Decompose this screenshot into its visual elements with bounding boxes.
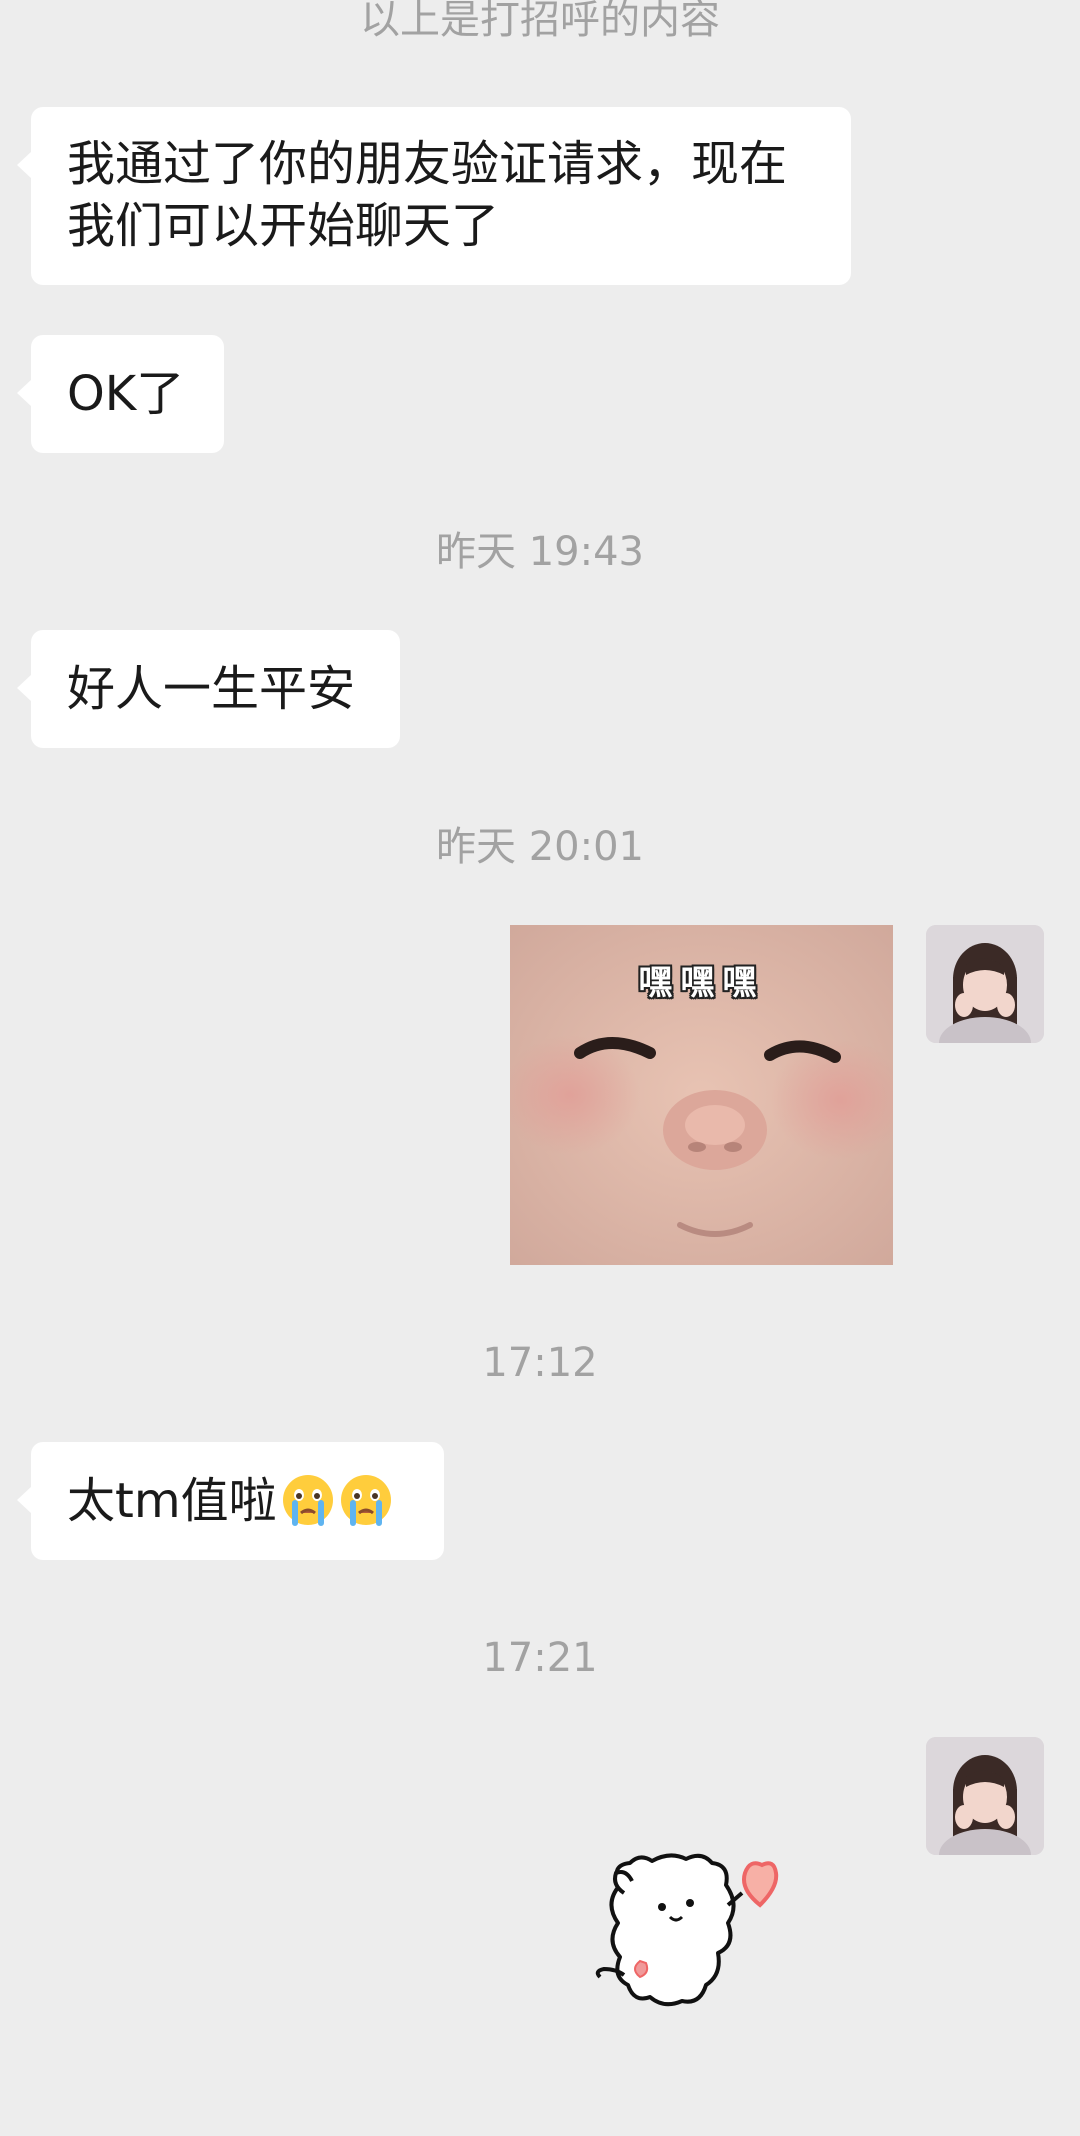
user-avatar[interactable] xyxy=(926,1737,1044,1855)
greeting-note: 以上是打招呼的内容 xyxy=(360,0,720,43)
avatar-portrait-icon xyxy=(926,1737,1044,1855)
crying-face-icon xyxy=(339,1473,393,1527)
timestamp: 昨天 20:01 xyxy=(436,824,644,870)
timestamp: 昨天 19:43 xyxy=(436,529,644,575)
baby-face-sticker[interactable]: 嘿嘿嘿 xyxy=(510,925,893,1265)
user-avatar[interactable] xyxy=(926,925,1044,1043)
message-bubble-ok[interactable]: OK了 xyxy=(17,335,224,453)
sticker-caption: 嘿嘿嘿 xyxy=(638,963,765,1003)
message-text: 好人一生平安 xyxy=(67,661,356,717)
message-bubble-worth-it[interactable]: 太tm值啦 xyxy=(17,1442,444,1560)
message-text: 我通过了你的朋友验证请求，现在我们可以开始聊天了 xyxy=(67,136,788,254)
message-text: OK了 xyxy=(67,366,185,422)
timestamp: 17:12 xyxy=(482,1340,598,1386)
timestamp: 17:21 xyxy=(482,1635,598,1681)
avatar-portrait-icon xyxy=(926,925,1044,1043)
message-bubble-peace[interactable]: 好人一生平安 xyxy=(17,630,400,748)
white-dog-heart-sticker[interactable] xyxy=(590,1845,790,2015)
message-bubble-friend-accepted[interactable]: 我通过了你的朋友验证请求，现在我们可以开始聊天了 xyxy=(17,107,851,285)
message-text: 太tm值啦 xyxy=(67,1473,277,1529)
crying-face-icon xyxy=(281,1473,335,1527)
dog-sticker-drawing xyxy=(595,1853,779,2007)
